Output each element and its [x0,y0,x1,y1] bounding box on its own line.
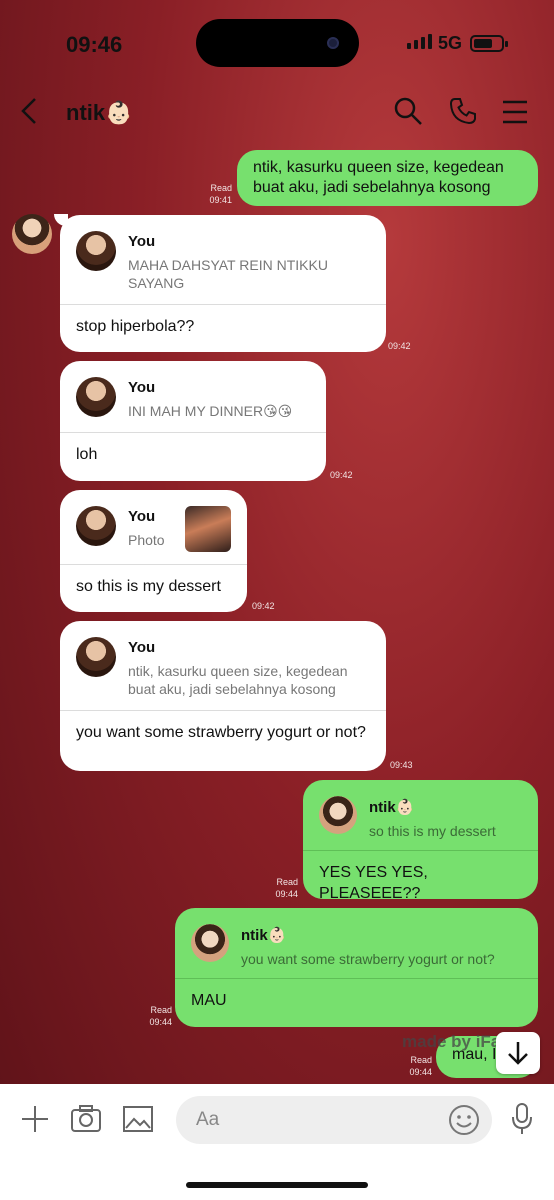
message-time: 09:42 [388,341,411,351]
camera-dot [327,37,339,49]
message-bubble-outgoing[interactable]: ntik👶🏻 you want some strawberry yogurt o… [175,908,538,1027]
quote-author: You [128,508,156,525]
photo-thumbnail[interactable] [185,506,231,552]
microphone-icon[interactable] [510,1102,534,1141]
quote-avatar [76,506,116,546]
quote-author: You [128,379,156,396]
phone-icon[interactable] [448,96,478,131]
message-time: 09:44 [275,889,298,899]
input-placeholder: Aa [196,1109,220,1130]
contact-avatar[interactable] [12,214,52,254]
message-time: 09:44 [149,1017,172,1027]
emoji-icon[interactable] [448,1104,480,1141]
quote-text: so this is my dessert [369,823,496,839]
message-meta: Read 09:41 [200,182,232,206]
message-bubble-incoming[interactable]: You ntik, kasurku queen size, kegedean b… [60,621,386,771]
message-time: 09:43 [390,760,413,770]
quote-avatar [319,796,357,834]
quoted-message[interactable]: You ntik, kasurku queen size, kegedean b… [60,621,386,710]
message-meta: Read 09:44 [142,1004,172,1028]
quote-avatar [76,637,116,677]
read-receipt: Read [150,1005,172,1015]
message-text: ntik, kasurku queen size, kegedean buat … [253,159,504,196]
contact-name[interactable]: ntik👶🏻 [66,100,133,126]
read-receipt: Read [410,1055,432,1065]
quote-text: MAHA DAHSYAT REIN NTIKKU SAYANG [128,257,328,291]
quoted-message[interactable]: ntik👶🏻 so this is my dessert [303,780,538,850]
dynamic-island [196,19,359,67]
message-time: 09:42 [252,601,275,611]
message-time: 09:44 [409,1067,432,1077]
status-bar: 09:46 5G [0,0,554,90]
camera-icon[interactable] [70,1104,102,1139]
message-bubble-incoming[interactable]: You MAHA DAHSYAT REIN NTIKKU SAYANG stop… [60,215,386,352]
quote-avatar [76,231,116,271]
quote-author: You [128,639,156,656]
image-icon[interactable] [122,1104,154,1139]
signal-icon [407,34,432,49]
message-bubble-incoming[interactable]: You Photo so this is my dessert [60,490,247,612]
quote-text: Photo [128,532,165,548]
message-text: loh [76,446,98,463]
quote-avatar [191,924,229,962]
message-bubble-outgoing[interactable]: ntik, kasurku queen size, kegedean buat … [237,150,538,206]
message-meta: Read 09:44 [268,876,298,900]
menu-icon[interactable] [502,96,528,131]
chat-header: ntik👶🏻 [0,88,554,136]
quoted-message[interactable]: ntik👶🏻 you want some strawberry yogurt o… [175,908,538,978]
message-text: so this is my dessert [76,578,221,595]
back-icon[interactable] [18,96,40,134]
read-receipt: Read [210,183,232,193]
add-icon[interactable] [20,1104,50,1139]
battery-icon [470,35,508,52]
message-text: YES YES YES, PLEASEEE?? [319,864,428,902]
message-bubble-incoming[interactable]: You INI MAH MY DINNER😘😘 loh [60,361,326,481]
quote-text: INI MAH MY DINNER😘😘 [128,403,293,419]
quoted-message[interactable]: You MAHA DAHSYAT REIN NTIKKU SAYANG [60,215,386,304]
message-bubble-outgoing[interactable]: ntik👶🏻 so this is my dessert YES YES YES… [303,780,538,902]
network-label: 5G [438,33,463,53]
quote-text: ntik, kasurku queen size, kegedean buat … [128,663,348,697]
quote-author: You [128,233,156,250]
quote-text: you want some strawberry yogurt or not? [241,951,495,967]
message-text: you want some strawberry yogurt or not? [76,724,366,741]
message-time: 09:42 [330,470,353,480]
quote-author: ntik👶🏻 [241,927,287,944]
quoted-message[interactable]: You Photo [60,490,247,564]
message-text: stop hiperbola?? [76,318,195,335]
status-time: 09:46 [66,32,123,57]
message-input[interactable]: Aa [176,1096,492,1144]
read-receipt: Read [276,877,298,887]
message-text: MAU [191,992,227,1009]
quoted-message[interactable]: You INI MAH MY DINNER😘😘 [60,361,326,432]
message-time: 09:41 [209,195,232,205]
home-indicator [186,1182,368,1188]
quote-author: ntik👶🏻 [369,799,415,816]
message-meta: Read 09:44 [402,1054,432,1078]
arrow-down-icon [508,1042,528,1065]
search-icon[interactable] [393,96,423,131]
scroll-to-bottom-button[interactable] [496,1032,540,1074]
quote-avatar [76,377,116,417]
